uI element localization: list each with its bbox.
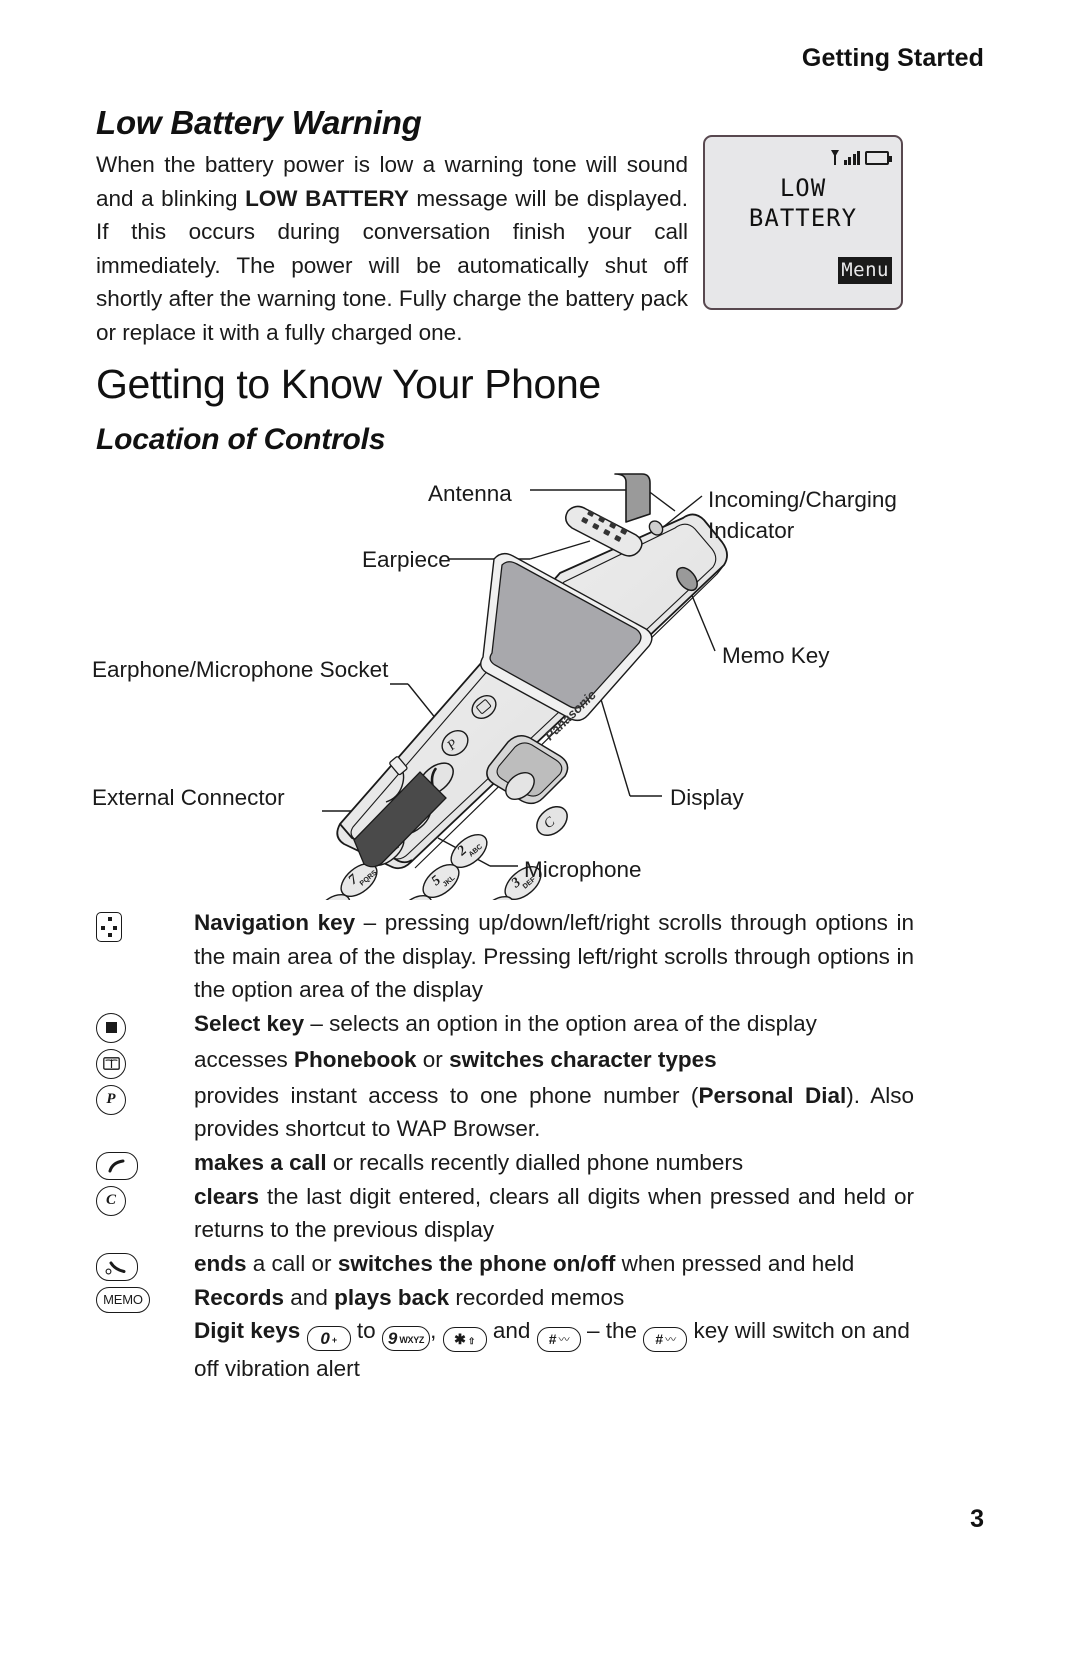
send-call-key-icon bbox=[96, 1146, 194, 1180]
legend-text-call-key: makes a call or recalls recently dialled… bbox=[194, 1146, 914, 1180]
legend-bold-plays-back: plays back bbox=[334, 1284, 450, 1310]
legend-post-end: when pressed and held bbox=[615, 1250, 855, 1276]
legend-bold-ends: ends bbox=[194, 1250, 247, 1276]
legend-text-phonebook-key: accesses Phonebook or switches character… bbox=[194, 1043, 914, 1077]
legend-bold-navigation: Navigation key bbox=[194, 910, 356, 935]
inline-key-zero: 0 + bbox=[306, 1326, 351, 1351]
section-heading-low-battery: Low Battery Warning bbox=[96, 104, 422, 141]
low-battery-emphasis: LOW BATTERY bbox=[245, 185, 409, 211]
legend-row-call-key: makes a call or recalls recently dialled… bbox=[96, 1146, 914, 1180]
legend-bold-clears: clears bbox=[194, 1183, 260, 1209]
handset-icon bbox=[108, 1159, 125, 1172]
legend-row-navigation-key: Navigation key – pressing up/down/left/r… bbox=[96, 906, 914, 1007]
legend-mid-end: a call or bbox=[246, 1250, 338, 1276]
signal-mast-icon bbox=[830, 150, 840, 165]
legend-row-clear-key: C clears the last digit entered, clears … bbox=[96, 1180, 914, 1247]
legend-bold-phonebook: Phonebook bbox=[294, 1046, 417, 1072]
handset-down-icon bbox=[105, 1261, 126, 1274]
legend-comma: , bbox=[430, 1318, 443, 1343]
callout-external-connector: External Connector bbox=[92, 785, 285, 810]
signal-bars-icon bbox=[843, 150, 860, 165]
lcd-message-area: LOW BATTERY bbox=[705, 173, 901, 233]
legend-row-select-key: Select key – selects an option in the op… bbox=[96, 1007, 914, 1043]
lcd-status-bar bbox=[830, 146, 892, 165]
legend-bold-records: Records bbox=[194, 1284, 285, 1310]
lcd-softkey-menu: Menu bbox=[838, 257, 892, 284]
callout-display: Display bbox=[670, 785, 744, 810]
low-battery-body-text: When the battery power is low a warning … bbox=[96, 148, 688, 349]
legend-rest-select: – selects an option in the option area o… bbox=[304, 1010, 817, 1036]
legend-text-navigation-key: Navigation key – pressing up/down/left/r… bbox=[194, 906, 914, 1007]
inline-key-hash-2: # 〰 bbox=[643, 1326, 688, 1352]
legend-row-memo-key: MEMO Records and plays back recorded mem… bbox=[96, 1281, 914, 1315]
personal-dial-key-icon: P bbox=[96, 1079, 194, 1115]
navigation-key-icon bbox=[96, 906, 194, 942]
digit-keys-icon-spacer bbox=[96, 1314, 194, 1320]
legend-dash: – the bbox=[580, 1318, 644, 1343]
section-heading-location-of-controls: Location of Controls bbox=[96, 423, 386, 456]
battery-icon bbox=[865, 151, 892, 165]
legend-text-select-key: Select key – selects an option in the op… bbox=[194, 1007, 914, 1041]
callout-microphone: Microphone bbox=[524, 857, 642, 882]
callout-earphone-microphone-socket: Earphone/Microphone Socket bbox=[92, 657, 389, 682]
legend-and: and bbox=[486, 1318, 537, 1343]
legend-text-digit-keys: Digit keys 0 + to 9 WXYZ, ✱ ⇧ and # 〰 – the … bbox=[194, 1314, 914, 1385]
lcd-message-line-2: BATTERY bbox=[748, 204, 858, 232]
callout-incoming-charging-indicator: Incoming/Charging Indicator bbox=[708, 487, 897, 543]
legend-text-personal-dial-key: provides instant access to one phone num… bbox=[194, 1079, 914, 1146]
legend-pre-personal: provides instant access to one phone num… bbox=[194, 1082, 699, 1108]
legend-bold-makes-a-call: makes a call bbox=[194, 1149, 327, 1175]
inline-key-star: ✱ ⇧ bbox=[442, 1326, 487, 1352]
callout-memo-key: Memo Key bbox=[722, 643, 830, 668]
inline-key-nine: 9 WXYZ bbox=[381, 1326, 431, 1351]
legend-bold-switch-on-off: switches the phone on/off bbox=[337, 1250, 616, 1276]
page-number: 3 bbox=[970, 1505, 984, 1533]
legend-to: to bbox=[350, 1318, 382, 1343]
phone-illustration-figure: Panasonic P C 2 3 5 7 ABC DEF JKL PQRS A… bbox=[90, 466, 990, 900]
legend-rest-call: or recalls recently dialled phone number… bbox=[326, 1149, 744, 1175]
legend-mid-memo: and bbox=[284, 1284, 335, 1310]
memo-key-icon: MEMO bbox=[96, 1281, 194, 1313]
key-legend-list: Navigation key – pressing up/down/left/r… bbox=[96, 906, 914, 1385]
phonebook-key-icon bbox=[96, 1043, 194, 1079]
legend-row-phonebook-key: accesses Phonebook or switches character… bbox=[96, 1043, 914, 1079]
callout-antenna: Antenna bbox=[428, 481, 512, 506]
legend-pre-phonebook: accesses bbox=[194, 1046, 295, 1072]
lcd-message-line-1: LOW bbox=[779, 174, 827, 202]
section-heading-getting-to-know: Getting to Know Your Phone bbox=[96, 361, 601, 407]
legend-mid-phonebook: or bbox=[416, 1046, 450, 1072]
legend-rest-clear: the last digit entered, clears all digit… bbox=[194, 1183, 914, 1243]
legend-bold-personal-dial: Personal Dial bbox=[698, 1082, 847, 1108]
legend-bold-character-types: switches character types bbox=[449, 1046, 717, 1072]
manual-page: Getting Started Low Battery Warning When… bbox=[0, 0, 1080, 1667]
legend-text-memo-key: Records and plays back recorded memos bbox=[194, 1281, 914, 1315]
memo-key-label: MEMO bbox=[96, 1286, 150, 1313]
select-key-icon bbox=[96, 1007, 194, 1043]
running-head: Getting Started bbox=[801, 44, 984, 72]
open-book-icon bbox=[102, 1057, 120, 1070]
end-power-key-icon bbox=[96, 1247, 194, 1281]
legend-bold-select: Select key bbox=[194, 1010, 305, 1036]
lcd-screenshot-low-battery: LOW BATTERY Menu bbox=[703, 135, 903, 310]
legend-row-digit-keys: Digit keys 0 + to 9 WXYZ, ✱ ⇧ and # 〰 – the … bbox=[96, 1314, 914, 1385]
legend-text-clear-key: clears the last digit entered, clears al… bbox=[194, 1180, 914, 1247]
legend-row-personal-dial-key: P provides instant access to one phone n… bbox=[96, 1079, 914, 1146]
legend-row-end-key: ends a call or switches the phone on/off… bbox=[96, 1247, 914, 1281]
callout-earpiece: Earpiece bbox=[362, 547, 451, 572]
clear-key-icon: C bbox=[96, 1180, 194, 1216]
legend-post-memo: recorded memos bbox=[449, 1284, 625, 1310]
inline-key-hash: # 〰 bbox=[536, 1326, 581, 1352]
legend-text-end-key: ends a call or switches the phone on/off… bbox=[194, 1247, 914, 1281]
legend-bold-digit-keys: Digit keys bbox=[194, 1318, 301, 1343]
